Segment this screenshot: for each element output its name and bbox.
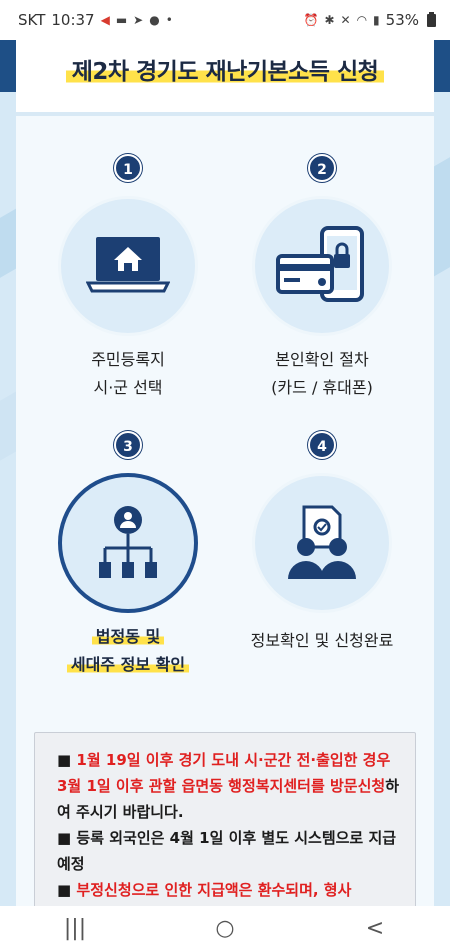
- people-document-icon: [288, 505, 356, 579]
- left-band: [0, 40, 16, 906]
- step-label-line1: 주민등록지: [91, 350, 165, 369]
- step-label: 법정동 및 세대주 정보 확인: [28, 623, 228, 679]
- status-right: ⏰ ✱ ✕ ◠ ▮ 53%: [303, 11, 436, 29]
- clock: 10:37: [51, 11, 95, 29]
- header-divider: [16, 112, 434, 116]
- step-label-line1: 정보확인 및 신청완료: [250, 631, 394, 650]
- laptop-home-icon: [86, 237, 170, 293]
- step-3: 3 법정동 및 세대주 정보 확인: [28, 431, 228, 679]
- step-label-line1: 본인확인 절차: [275, 350, 369, 369]
- notice-box: ■ 1월 19일 이후 경기 도내 시·군간 전·출입한 경우 3월 1일 이후…: [34, 732, 416, 912]
- org-chart-icon: [99, 506, 157, 578]
- notice-bullet: ■: [57, 881, 72, 899]
- step-label-line2: (카드 / 휴대폰): [271, 378, 373, 397]
- battery-percent: 53%: [385, 11, 419, 29]
- content-card: 제2차 경기도 재난기본소득 신청 1 주민등록지 시·군 선택 2 본인확인 …: [16, 40, 434, 912]
- step-label-line1: 법정동 및: [91, 627, 165, 646]
- step-number-badge: 4: [308, 431, 336, 459]
- notice-bullet: ■: [57, 829, 72, 847]
- recents-button[interactable]: |||: [45, 916, 105, 941]
- step-icon-circle: [252, 196, 392, 336]
- step-icon-circle: [252, 473, 392, 613]
- android-nav-bar: ||| ○ <: [0, 906, 450, 951]
- notice-item: ■ 부정신청으로 인한 지급액은 환수되며, 형사: [57, 877, 401, 903]
- step-number-badge: 2: [308, 154, 336, 182]
- wifi-icon: ◠: [356, 13, 368, 27]
- page-title: 제2차 경기도 재난기본소득 신청: [65, 52, 385, 86]
- bluetooth-icon: ✱: [324, 13, 335, 27]
- alarm-icon: ⏰: [303, 13, 319, 27]
- notice-item: ■ 1월 19일 이후 경기 도내 시·군간 전·출입한 경우 3월 1일 이후…: [57, 747, 401, 825]
- step-1: 1 주민등록지 시·군 선택: [28, 154, 228, 402]
- battery-icon: [427, 11, 436, 27]
- right-top-accent: [434, 40, 450, 92]
- status-bar: SKT 10:37 ◀ ▬ ➤ ● • ⏰ ✱ ✕ ◠ ▮ 53%: [0, 0, 450, 40]
- message-notification-icon: ▬: [115, 13, 128, 27]
- back-button[interactable]: <: [345, 916, 405, 941]
- card-phone-lock-icon: [276, 226, 364, 302]
- signal-icon: ▮: [373, 13, 380, 27]
- step-label: 주민등록지 시·군 선택: [28, 346, 228, 402]
- step-label-line2: 세대주 정보 확인: [66, 655, 190, 674]
- card-header: 제2차 경기도 재난기본소득 신청: [16, 40, 434, 112]
- notice-item: ■ 등록 외국인은 4월 1일 이후 별도 시스템으로 지급 예정: [57, 825, 401, 877]
- youtube-notification-icon: ◀: [100, 13, 110, 27]
- left-top-accent: [0, 40, 16, 92]
- step-label-line2: 시·군 선택: [93, 378, 163, 397]
- step-icon-circle: [58, 196, 198, 336]
- notice-red-text: 1월 19일 이후 경기 도내 시·군간 전·출입한 경우 3월 1일 이후 관…: [57, 751, 391, 795]
- step-label: 정보확인 및 신청완료: [222, 627, 422, 655]
- chat-notification-icon: ●: [149, 13, 160, 27]
- status-left: SKT 10:37 ◀ ▬ ➤ ● •: [18, 11, 173, 29]
- step-4: 4 정보확인 및 신청완료: [222, 431, 422, 655]
- step-number-badge: 1: [114, 154, 142, 182]
- more-notifications-icon: •: [165, 13, 173, 27]
- step-2: 2 본인확인 절차 (카드 / 휴대폰): [222, 154, 422, 402]
- step-label: 본인확인 절차 (카드 / 휴대폰): [222, 346, 422, 402]
- mute-icon: ✕: [340, 13, 351, 27]
- carrier-label: SKT: [18, 11, 46, 29]
- home-button[interactable]: ○: [195, 916, 255, 941]
- step-icon-circle-active: [58, 473, 198, 613]
- step-number-badge: 3: [114, 431, 142, 459]
- notice-red-text: 부정신청으로 인한 지급액은 환수되며, 형사: [76, 881, 352, 899]
- send-notification-icon: ➤: [133, 13, 144, 27]
- notice-text: 등록 외국인은 4월 1일 이후 별도 시스템으로 지급 예정: [57, 829, 397, 873]
- notice-bullet: ■: [57, 751, 72, 769]
